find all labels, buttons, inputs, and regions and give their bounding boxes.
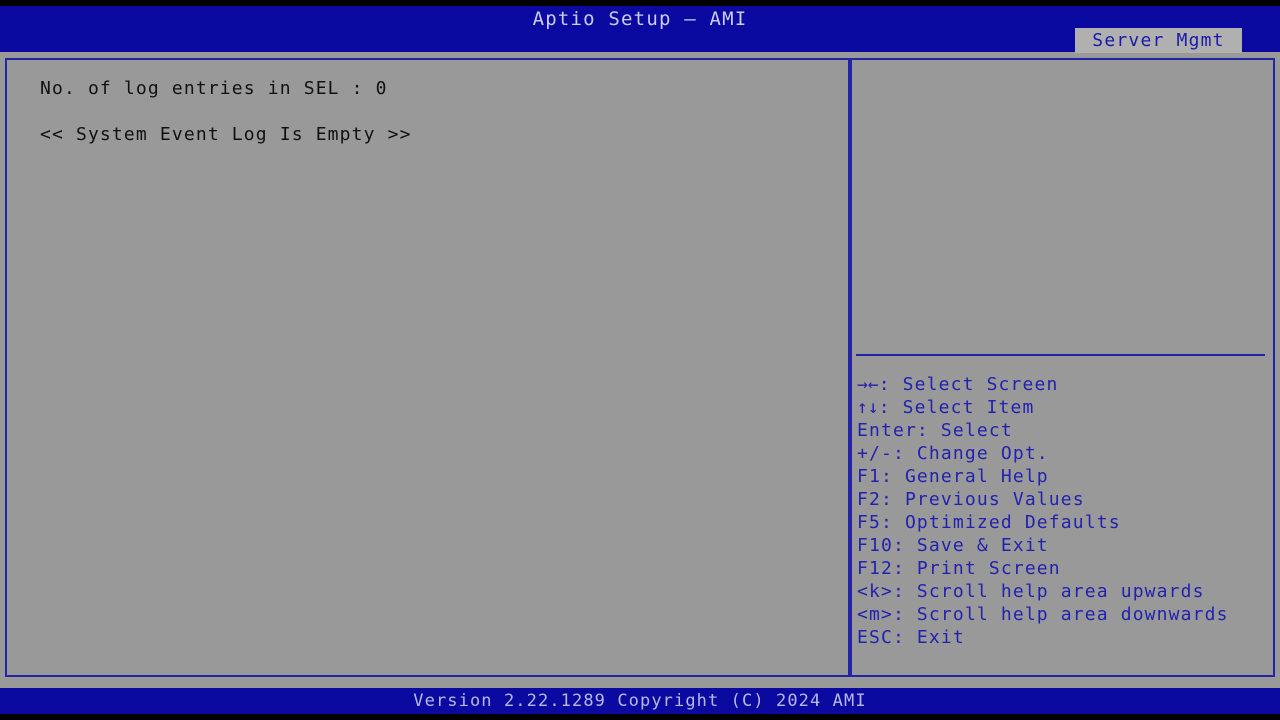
help-divider bbox=[856, 354, 1265, 356]
help-item: F10: Save & Exit bbox=[857, 534, 1272, 557]
help-item: +/-: Change Opt. bbox=[857, 442, 1272, 465]
help-item-label: F12: Print Screen bbox=[857, 558, 1061, 579]
help-item: Enter: Select bbox=[857, 419, 1272, 442]
tab-server-mgmt[interactable]: Server Mgmt bbox=[1075, 28, 1242, 53]
arrow-up-down-icon: ↑↓ bbox=[857, 397, 879, 418]
help-item-label: +/-: Change Opt. bbox=[857, 443, 1049, 464]
help-item-label: F1: General Help bbox=[857, 466, 1049, 487]
help-item: F5: Optimized Defaults bbox=[857, 511, 1272, 534]
bios-setup-screen: Aptio Setup – AMI Server Mgmt No. of log… bbox=[0, 0, 1280, 720]
help-item-label: : Select Item bbox=[878, 397, 1035, 418]
help-item-label: <m>: Scroll help area downwards bbox=[857, 604, 1229, 625]
help-item: F12: Print Screen bbox=[857, 557, 1272, 580]
help-item-label: : Select Screen bbox=[878, 374, 1059, 395]
sel-entry-count: No. of log entries in SEL : 0 bbox=[40, 78, 388, 99]
help-item-label: F10: Save & Exit bbox=[857, 535, 1049, 556]
help-item: <k>: Scroll help area upwards bbox=[857, 580, 1272, 603]
help-item-label: Enter: Select bbox=[857, 420, 1013, 441]
help-item: ESC: Exit bbox=[857, 626, 1272, 649]
version-copyright: Version 2.22.1289 Copyright (C) 2024 AMI bbox=[413, 691, 867, 711]
arrow-left-right-icon: →← bbox=[857, 374, 879, 395]
help-item-label: F5: Optimized Defaults bbox=[857, 512, 1121, 533]
help-item: →←: Select Screen bbox=[857, 373, 1272, 396]
help-item: F2: Previous Values bbox=[857, 488, 1272, 511]
help-key-list: →←: Select Screen ↑↓: Select Item Enter:… bbox=[857, 373, 1272, 649]
help-item-label: <k>: Scroll help area upwards bbox=[857, 581, 1205, 602]
help-item: ↑↓: Select Item bbox=[857, 396, 1272, 419]
main-content-panel: No. of log entries in SEL : 0 << System … bbox=[5, 58, 850, 677]
help-item: <m>: Scroll help area downwards bbox=[857, 603, 1272, 626]
help-panel: →←: Select Screen ↑↓: Select Item Enter:… bbox=[850, 58, 1275, 677]
help-item: F1: General Help bbox=[857, 465, 1272, 488]
sel-empty-message: << System Event Log Is Empty >> bbox=[40, 124, 412, 145]
bottom-bezel bbox=[0, 714, 1280, 720]
help-item-label: F2: Previous Values bbox=[857, 489, 1085, 510]
help-item-label: ESC: Exit bbox=[857, 627, 965, 648]
